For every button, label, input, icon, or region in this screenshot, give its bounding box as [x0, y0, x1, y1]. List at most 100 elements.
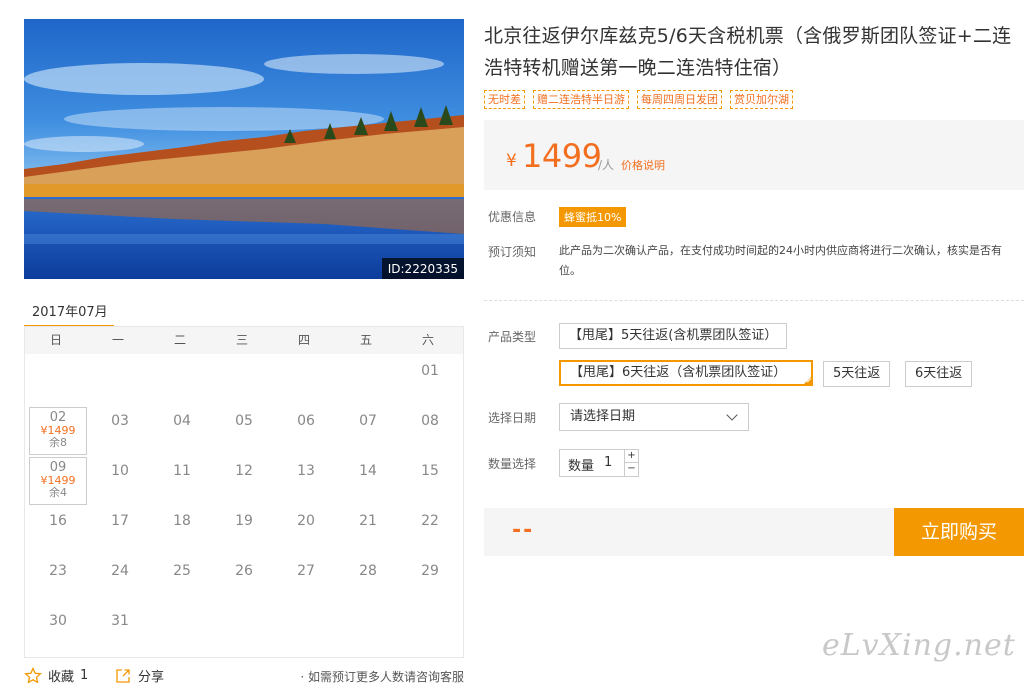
calendar-day-number: 03 — [111, 413, 129, 429]
date-select[interactable]: 请选择日期 — [559, 403, 749, 431]
date-label: 选择日期 — [488, 411, 537, 425]
price-currency: ¥ — [506, 151, 517, 171]
calendar-day[interactable]: 24 — [91, 557, 149, 605]
calendar-month-tab[interactable]: 2017年07月 — [24, 296, 114, 328]
weekday-label: 日 — [49, 333, 62, 347]
calendar-day-number: 02 — [49, 410, 67, 425]
calendar-day[interactable]: 06 — [277, 407, 335, 455]
calendar-day[interactable]: 11 — [153, 457, 211, 505]
calendar-day-remaining: 余8 — [49, 436, 67, 449]
calendar-day[interactable]: 23 — [29, 557, 87, 605]
calendar-day-number: 12 — [235, 463, 253, 479]
calendar-day[interactable]: 05 — [215, 407, 273, 455]
total-price: -- — [512, 518, 535, 543]
price-explain-link[interactable]: 价格说明 — [621, 157, 665, 173]
buy-now-button[interactable]: 立即购买 — [894, 508, 1024, 556]
calendar-day-number: 24 — [111, 563, 129, 579]
quantity-stepper: 数量 1 + − — [559, 449, 639, 477]
product-type-option[interactable]: 6天往返 — [905, 361, 973, 387]
calendar-day[interactable]: 18 — [153, 507, 211, 555]
product-type-option-label: 【甩尾】6天往返（含机票团队签证） — [570, 365, 787, 380]
quantity-minus-button[interactable]: − — [624, 463, 638, 476]
quantity-value[interactable]: 1 — [604, 455, 612, 470]
calendar-day-number: 28 — [359, 563, 377, 579]
calendar-day-number: 10 — [111, 463, 129, 479]
calendar-day[interactable]: 27 — [277, 557, 335, 605]
calendar-day-number: 11 — [173, 463, 191, 479]
feature-tags: 无时差 赠二连浩特半日游 每周四周日发团 赏贝加尔湖 — [484, 90, 793, 109]
calendar-day-number: 04 — [173, 413, 191, 429]
calendar-day-remaining: 余4 — [49, 486, 67, 499]
share-button[interactable]: 分享 — [114, 666, 164, 683]
calendar-day-number: 22 — [421, 513, 439, 529]
calendar-day[interactable]: 15 — [401, 457, 459, 505]
price-unit: /人 — [598, 158, 615, 172]
calendar-day[interactable]: 26 — [215, 557, 273, 605]
date-select-value: 请选择日期 — [570, 409, 636, 424]
calendar-day[interactable]: 07 — [339, 407, 397, 455]
weekday-label: 六 — [421, 333, 434, 347]
notice-label: 预订须知 — [488, 245, 537, 259]
calendar-day-number: 14 — [359, 463, 377, 479]
feature-tag: 赏贝加尔湖 — [730, 90, 793, 109]
calendar-day[interactable]: 01 — [401, 357, 459, 405]
product-id-badge: ID:2220335 — [381, 258, 464, 279]
calendar-day-number: 16 — [49, 513, 67, 529]
price-panel: ¥ 1499 /人 价格说明 — [484, 120, 1024, 190]
calendar-day[interactable]: 10 — [91, 457, 149, 505]
calendar-day[interactable]: 13 — [277, 457, 335, 505]
site-watermark: eLvXing.net — [822, 628, 1016, 663]
calendar-day[interactable]: 21 — [339, 507, 397, 555]
calendar-day[interactable]: 03 — [91, 407, 149, 455]
calendar-day-number: 19 — [235, 513, 253, 529]
calendar-day[interactable]: 04 — [153, 407, 211, 455]
weekday-label: 四 — [297, 333, 310, 347]
favorite-button[interactable]: 收藏 1 — [24, 666, 88, 683]
product-type-option[interactable]: 【甩尾】5天往返(含机票团队签证） — [559, 323, 788, 349]
calendar-day[interactable]: 28 — [339, 557, 397, 605]
calendar-day-number: 23 — [49, 563, 67, 579]
product-type-option[interactable]: 5天往返 — [823, 361, 891, 387]
purchase-bar: -- 立即购买 — [484, 508, 1024, 556]
share-label: 分享 — [138, 670, 165, 683]
weekday-label: 一 — [111, 333, 124, 347]
calendar-day-available[interactable]: 09 ¥1499 余4 — [29, 457, 87, 505]
notice-text: 此产品为二次确认产品，在支付成功时间起的24小时内供应商将进行二次确认，核实是否… — [559, 244, 1002, 277]
calendar-day[interactable]: 30 — [29, 607, 87, 655]
calendar-day-number: 01 — [421, 363, 439, 379]
promo-label: 优惠信息 — [488, 210, 537, 224]
feature-tag: 每周四周日发团 — [637, 90, 722, 109]
weekday-label: 三 — [235, 333, 248, 347]
calendar-weekday-header: 日 一 二 三 四 五 六 — [25, 327, 463, 354]
calendar-day-number: 30 — [49, 613, 67, 629]
favorite-label: 收藏 — [48, 670, 75, 683]
calendar-day[interactable]: 12 — [215, 457, 273, 505]
calendar-day-number: 27 — [297, 563, 315, 579]
quantity-label: 数量选择 — [488, 457, 537, 471]
calendar-day[interactable]: 20 — [277, 507, 335, 555]
calendar-day-number: 09 — [49, 460, 67, 475]
product-type-option-selected[interactable]: 【甩尾】6天往返（含机票团队签证） — [559, 360, 813, 386]
calendar-day-number: 13 — [297, 463, 315, 479]
calendar-day-number: 29 — [421, 563, 439, 579]
calendar-day-number: 25 — [173, 563, 191, 579]
section-divider — [484, 300, 1024, 301]
calendar-day[interactable]: 17 — [91, 507, 149, 555]
share-icon — [116, 668, 130, 683]
calendar-day[interactable]: 22 — [401, 507, 459, 555]
calendar-day-number: 26 — [235, 563, 253, 579]
calendar-day[interactable]: 25 — [153, 557, 211, 605]
calendar-day[interactable]: 14 — [339, 457, 397, 505]
calendar-day[interactable]: 29 — [401, 557, 459, 605]
calendar-day-number: 31 — [111, 613, 129, 629]
calendar-day-available[interactable]: 02 ¥1499 余8 — [29, 407, 87, 455]
calendar-day-number: 06 — [297, 413, 315, 429]
product-type-label: 产品类型 — [488, 330, 537, 344]
calendar-day[interactable]: 19 — [215, 507, 273, 555]
calendar-day[interactable]: 16 — [29, 507, 87, 555]
feature-tag: 无时差 — [484, 90, 525, 109]
calendar-day[interactable]: 08 — [401, 407, 459, 455]
quantity-plus-button[interactable]: + — [624, 450, 638, 463]
calendar-day[interactable]: 31 — [91, 607, 149, 655]
calendar-day-number: 17 — [111, 513, 129, 529]
